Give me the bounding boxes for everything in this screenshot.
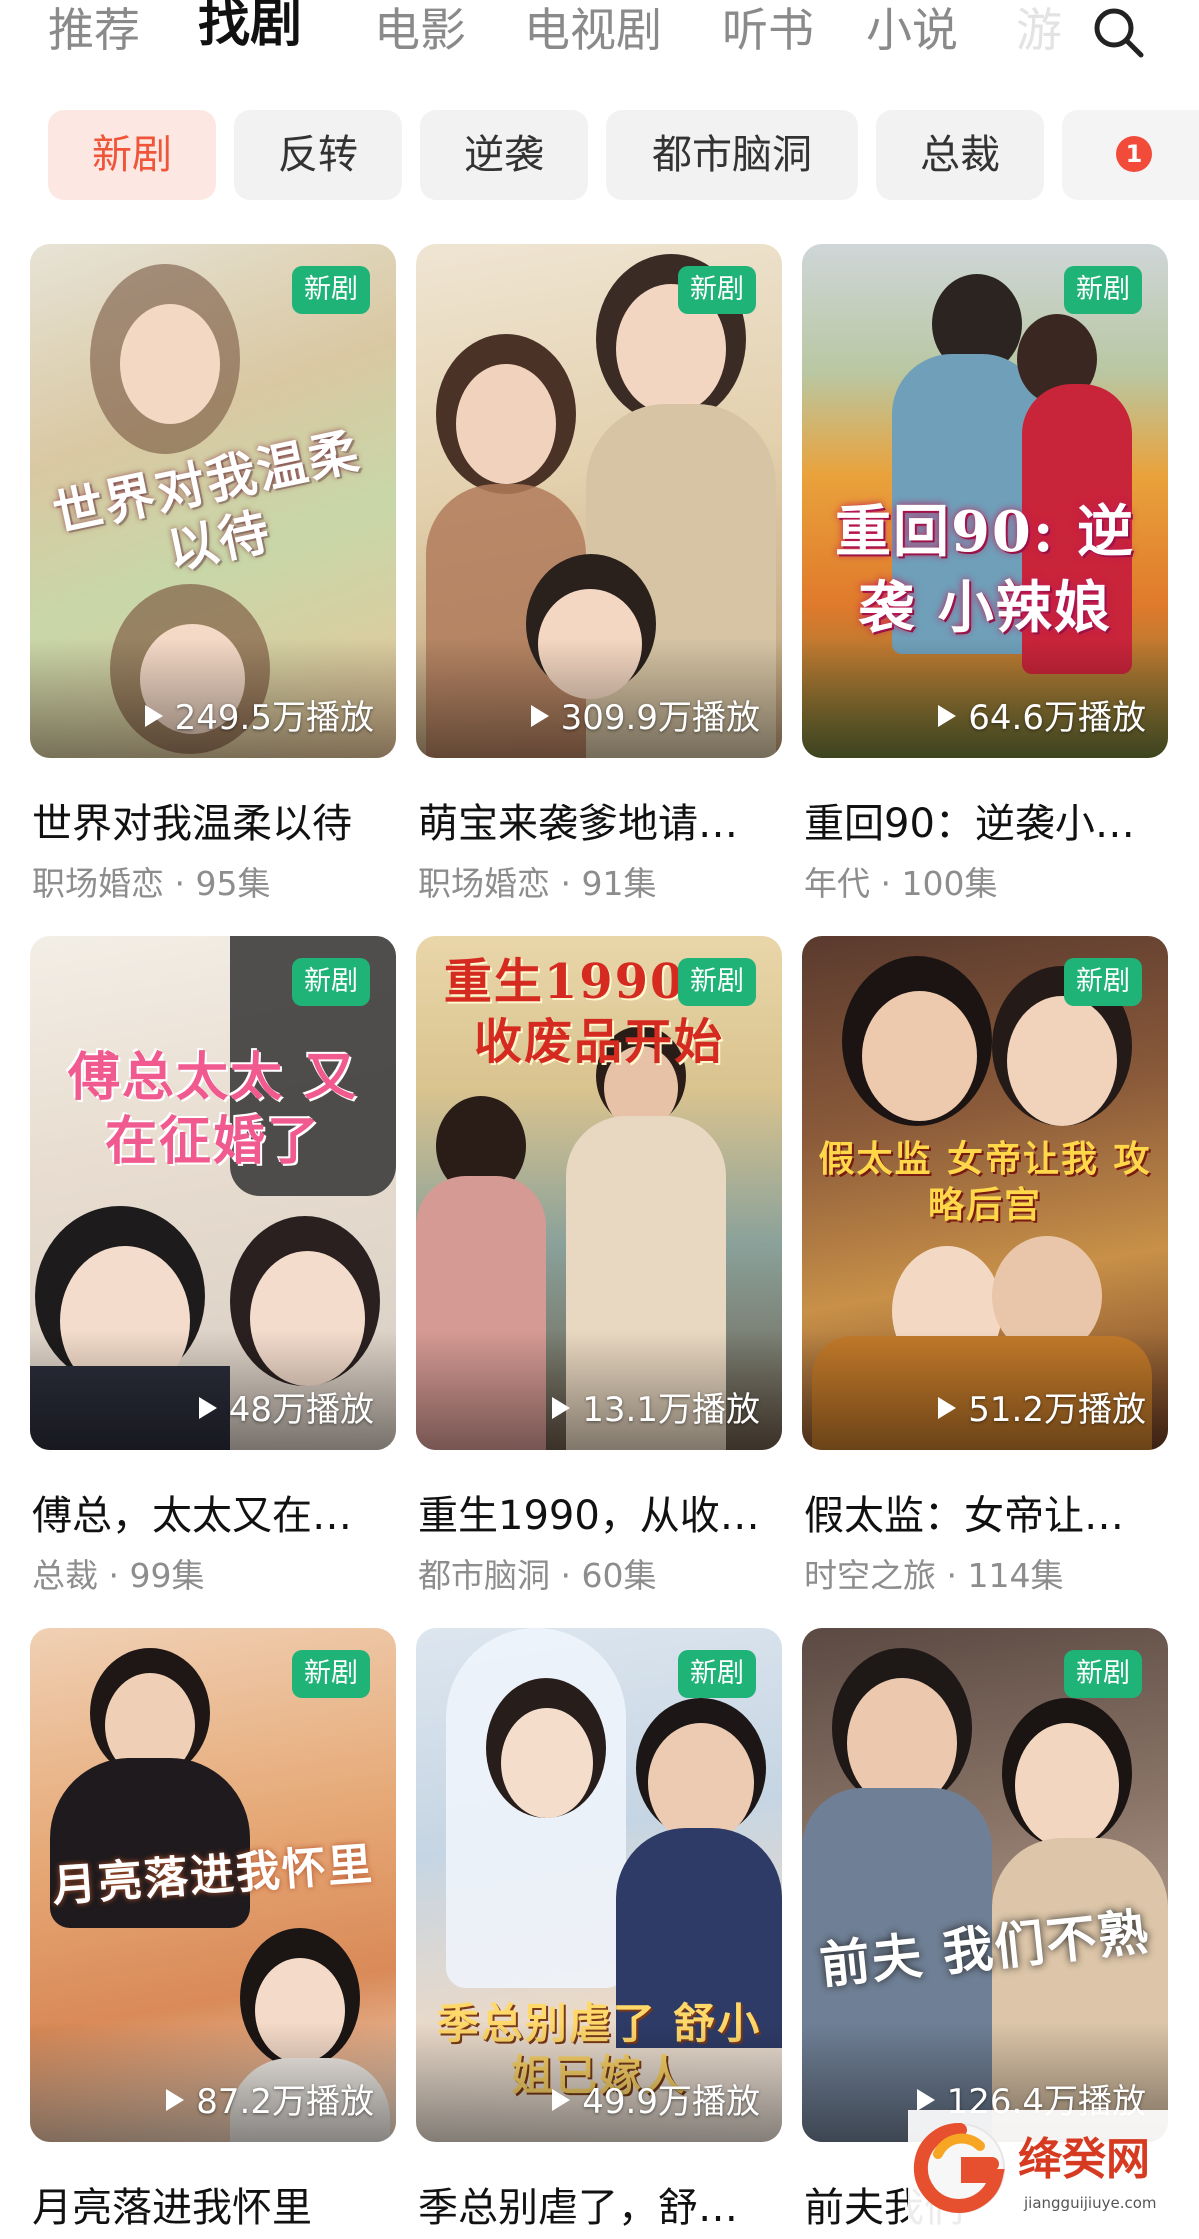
new-badge: 新剧 [1064,1650,1142,1698]
drama-title[interactable]: 假太监：女帝让… [804,1490,1164,1542]
new-badge: 新剧 [292,266,370,314]
play-icon [552,1397,571,1419]
drama-meta: 职场婚恋 · 91集 [418,864,657,903]
new-badge: 新剧 [1064,266,1142,314]
drama-poster[interactable]: 新剧 309.9万播放 [416,244,782,758]
drama-title[interactable]: 季总别虐了，舒… [418,2182,778,2234]
drama-poster[interactable]: 前夫 我们不熟 新剧 126.4万播放 [802,1628,1168,2142]
drama-title[interactable]: 傅总，太太又在… [32,1490,392,1542]
svg-text:jiangguijiuye.com: jiangguijiuye.com [1023,2194,1157,2212]
play-icon [938,1397,957,1419]
play-icon [916,2089,935,2111]
drama-poster[interactable]: 假太监 女帝让我 攻略后宫 新剧 51.2万播放 [802,936,1168,1450]
play-count: 48万播放 [198,1390,374,1430]
drama-grid: 世界对我温柔以待 新剧 249.5万播放 世界对我温柔以待 职场婚恋 · 95集… [0,0,1199,2235]
play-icon [552,2089,571,2111]
drama-meta: 年代 · 100集 [804,864,998,903]
play-count: 249.5万播放 [144,698,374,738]
drama-meta: 职场婚恋 · 95集 [32,864,271,903]
drama-meta: 总裁 · 99集 [32,1556,205,1595]
drama-poster[interactable]: 世界对我温柔以待 新剧 249.5万播放 [30,244,396,758]
play-icon [530,705,549,727]
drama-poster[interactable]: 重回90: 逆袭 小辣娘 新剧 64.6万播放 [802,244,1168,758]
drama-title[interactable]: 萌宝来袭爹地请… [418,798,778,850]
new-badge: 新剧 [678,1650,756,1698]
new-badge: 新剧 [292,1650,370,1698]
drama-title[interactable]: 月亮落进我怀里 [32,2182,392,2234]
new-badge: 新剧 [678,266,756,314]
drama-title[interactable]: 重生1990，从收… [418,1490,778,1542]
poster-title: 假太监 女帝让我 攻略后宫 [818,1138,1152,1226]
drama-poster[interactable]: 月亮落进我怀里 新剧 87.2万播放 [30,1628,396,2142]
play-icon [938,705,957,727]
play-icon [198,1397,217,1419]
play-count: 49.9万播放 [552,2082,760,2122]
new-badge: 新剧 [678,958,756,1006]
drama-poster[interactable]: 重生1990 从收废品开始 新剧 13.1万播放 [416,936,782,1450]
play-count: 87.2万播放 [166,2082,374,2122]
play-icon [166,2089,185,2111]
play-count: 51.2万播放 [938,1390,1146,1430]
drama-poster[interactable]: 季总别虐了 舒小姐已嫁人 新剧 49.9万播放 [416,1628,782,2142]
watermark-logo-icon: 绛癸网 jiangguijiuye.com [908,2110,1199,2235]
poster-title: 重回90: 逆袭 小辣娘 [834,499,1136,641]
drama-poster[interactable]: 傅总太太 又在征婚了 新剧 48万播放 [30,936,396,1450]
svg-text:绛癸网: 绛癸网 [1018,2134,1150,2185]
site-watermark: 绛癸网 jiangguijiuye.com [908,2110,1199,2235]
play-count: 309.9万播放 [530,698,760,738]
new-badge: 新剧 [1064,958,1142,1006]
drama-meta: 时空之旅 · 114集 [804,1556,1064,1595]
new-badge: 新剧 [292,958,370,1006]
play-count: 64.6万播放 [938,698,1146,738]
drama-meta: 都市脑洞 · 60集 [418,1556,657,1595]
poster-title: 世界对我温柔以待 [47,420,366,581]
drama-title[interactable]: 重回90：逆袭小… [804,798,1164,850]
play-icon [144,705,163,727]
play-count: 13.1万播放 [552,1390,760,1430]
poster-title: 傅总太太 又在征婚了 [67,1047,359,1172]
drama-title[interactable]: 世界对我温柔以待 [32,798,392,850]
